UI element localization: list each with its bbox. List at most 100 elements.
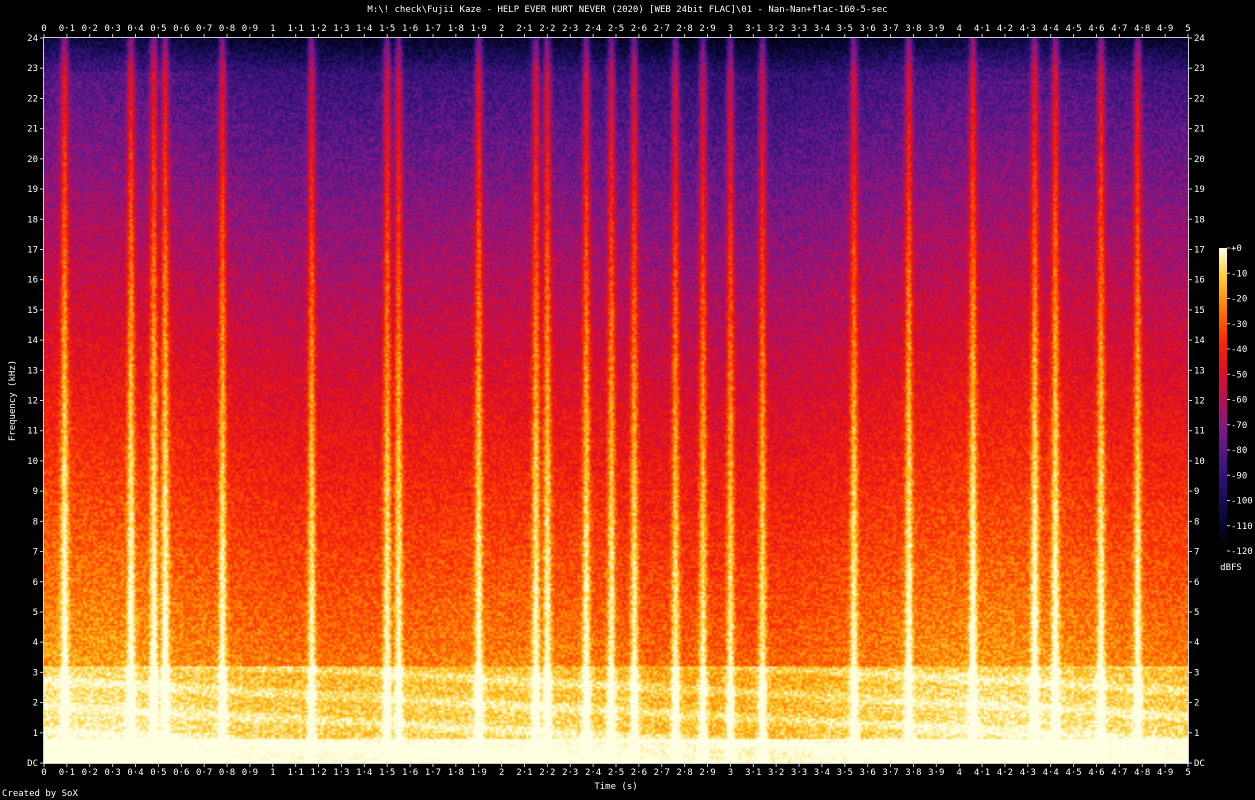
colorbar-tick-label: -40 (1231, 345, 1247, 355)
y-tick-label-right: 4 (1194, 638, 1199, 648)
x-tick-label-top: 2·9 (699, 24, 715, 34)
x-tick-label-top: 0·1 (59, 24, 75, 34)
x-tick-label-top: 3·8 (905, 24, 921, 34)
y-tick-label-right: 15 (1194, 306, 1205, 316)
colorbar-tick-label: -100 (1231, 497, 1253, 507)
y-tick-label-left: 10 (27, 457, 38, 467)
y-tick-label-left: 20 (27, 155, 38, 165)
x-tick-label-bottom: 4·1 (974, 768, 990, 778)
x-tick-label-top: 2 (499, 24, 504, 34)
colorbar-tick-label: -30 (1231, 320, 1247, 330)
y-tick-label-right: 13 (1194, 366, 1205, 376)
x-tick-label-top: 1·3 (333, 24, 349, 34)
x-tick-label-top: 5 (1185, 24, 1190, 34)
x-tick-label-bottom: 0·2 (82, 768, 98, 778)
x-tick-label-bottom: 3·2 (768, 768, 784, 778)
x-tick-label-bottom: 0·4 (127, 768, 143, 778)
y-tick-label-left: DC (27, 759, 38, 769)
x-tick-label-bottom: 1·6 (402, 768, 418, 778)
x-tick-label-bottom: 3·4 (814, 768, 830, 778)
x-tick-label-bottom: 0·1 (59, 768, 75, 778)
x-tick-label-top: 0·6 (173, 24, 189, 34)
x-tick-label-bottom: 0·6 (173, 768, 189, 778)
x-tick-label-top: 0·3 (105, 24, 121, 34)
x-tick-label-top: 3·2 (768, 24, 784, 34)
x-tick-label-top: 1·4 (356, 24, 372, 34)
x-tick-label-bottom: 1·5 (379, 768, 395, 778)
y-tick-label-left: 7 (33, 548, 38, 558)
x-tick-label-bottom: 5 (1185, 768, 1190, 778)
y-tick-label-left: 17 (27, 245, 38, 255)
y-tick-label-right: 8 (1194, 517, 1199, 527)
x-tick-label-bottom: 4·5 (1065, 768, 1081, 778)
x-tick-label-bottom: 4·2 (997, 768, 1013, 778)
x-tick-label-bottom: 3·6 (860, 768, 876, 778)
x-tick-label-bottom: 0·3 (105, 768, 121, 778)
x-tick-label-bottom: 2·6 (631, 768, 647, 778)
x-tick-label-bottom: 2·9 (699, 768, 715, 778)
x-tick-label-bottom: 3·7 (882, 768, 898, 778)
x-tick-label-top: 4·4 (1043, 24, 1059, 34)
x-tick-label-top: 0 (41, 24, 46, 34)
y-tick-label-left: 22 (27, 94, 38, 104)
y-tick-label-left: 9 (33, 487, 38, 497)
x-tick-label-bottom: 1·4 (356, 768, 372, 778)
x-axis-label: Time (s) (594, 782, 637, 792)
x-tick-label-top: 3·1 (745, 24, 761, 34)
y-tick-label-left: 14 (27, 336, 38, 346)
x-tick-label-top: 1·1 (288, 24, 304, 34)
x-tick-label-top: 1·7 (425, 24, 441, 34)
x-tick-label-bottom: 2·5 (608, 768, 624, 778)
x-tick-label-top: 1·2 (310, 24, 326, 34)
x-tick-label-bottom: 2·2 (539, 768, 555, 778)
x-tick-label-top: 4·8 (1134, 24, 1150, 34)
y-tick-label-right: 5 (1194, 608, 1199, 618)
y-tick-label-right: 20 (1194, 155, 1205, 165)
colorbar-tick-label: -50 (1231, 370, 1247, 380)
x-tick-label-bottom: 0·9 (242, 768, 258, 778)
x-tick-label-bottom: 2·4 (585, 768, 601, 778)
y-tick-label-left: 23 (27, 64, 38, 74)
y-tick-label-right: 14 (1194, 336, 1205, 346)
colorbar-label: dBFS (1220, 563, 1242, 573)
y-tick-label-left: 18 (27, 215, 38, 225)
x-tick-label-top: 3 (728, 24, 733, 34)
x-tick-label-bottom: 3·8 (905, 768, 921, 778)
x-tick-label-top: 4 (956, 24, 961, 34)
x-tick-label-top: 3·4 (814, 24, 830, 34)
x-tick-label-bottom: 0·5 (150, 768, 166, 778)
x-tick-label-bottom: 4·6 (1088, 768, 1104, 778)
y-tick-label-left: 5 (33, 608, 38, 618)
y-tick-label-right: 24 (1194, 34, 1205, 44)
x-tick-label-top: 0·5 (150, 24, 166, 34)
y-tick-label-left: 13 (27, 366, 38, 376)
x-tick-label-top: 4·1 (974, 24, 990, 34)
x-tick-label-bottom: 3 (728, 768, 733, 778)
x-tick-label-bottom: 1·7 (425, 768, 441, 778)
x-tick-label-top: 0·9 (242, 24, 258, 34)
y-tick-label-right: 1 (1194, 729, 1199, 739)
y-tick-label-right: 18 (1194, 215, 1205, 225)
y-tick-label-right: 3 (1194, 668, 1199, 678)
x-tick-label-bottom: 0·8 (219, 768, 235, 778)
x-tick-label-bottom: 1 (270, 768, 275, 778)
y-tick-label-right: 10 (1194, 457, 1205, 467)
y-tick-label-left: 1 (33, 729, 38, 739)
y-tick-label-left: 3 (33, 668, 38, 678)
x-tick-label-top: 3·7 (882, 24, 898, 34)
x-tick-label-bottom: 0 (41, 768, 46, 778)
x-tick-label-bottom: 3·1 (745, 768, 761, 778)
colorbar-tick-label: -20 (1231, 295, 1247, 305)
y-tick-label-left: 16 (27, 276, 38, 286)
x-tick-label-bottom: 1·1 (288, 768, 304, 778)
y-tick-label-left: 4 (33, 638, 38, 648)
y-tick-label-left: 11 (27, 427, 38, 437)
x-tick-label-bottom: 4·7 (1111, 768, 1127, 778)
x-tick-label-bottom: 4·9 (1157, 768, 1173, 778)
x-tick-label-top: 2·7 (654, 24, 670, 34)
x-tick-label-bottom: 3·9 (928, 768, 944, 778)
colorbar (1219, 248, 1227, 551)
x-tick-label-top: 2·2 (539, 24, 555, 34)
x-tick-label-top: 3·9 (928, 24, 944, 34)
x-tick-label-bottom: 0·7 (196, 768, 212, 778)
